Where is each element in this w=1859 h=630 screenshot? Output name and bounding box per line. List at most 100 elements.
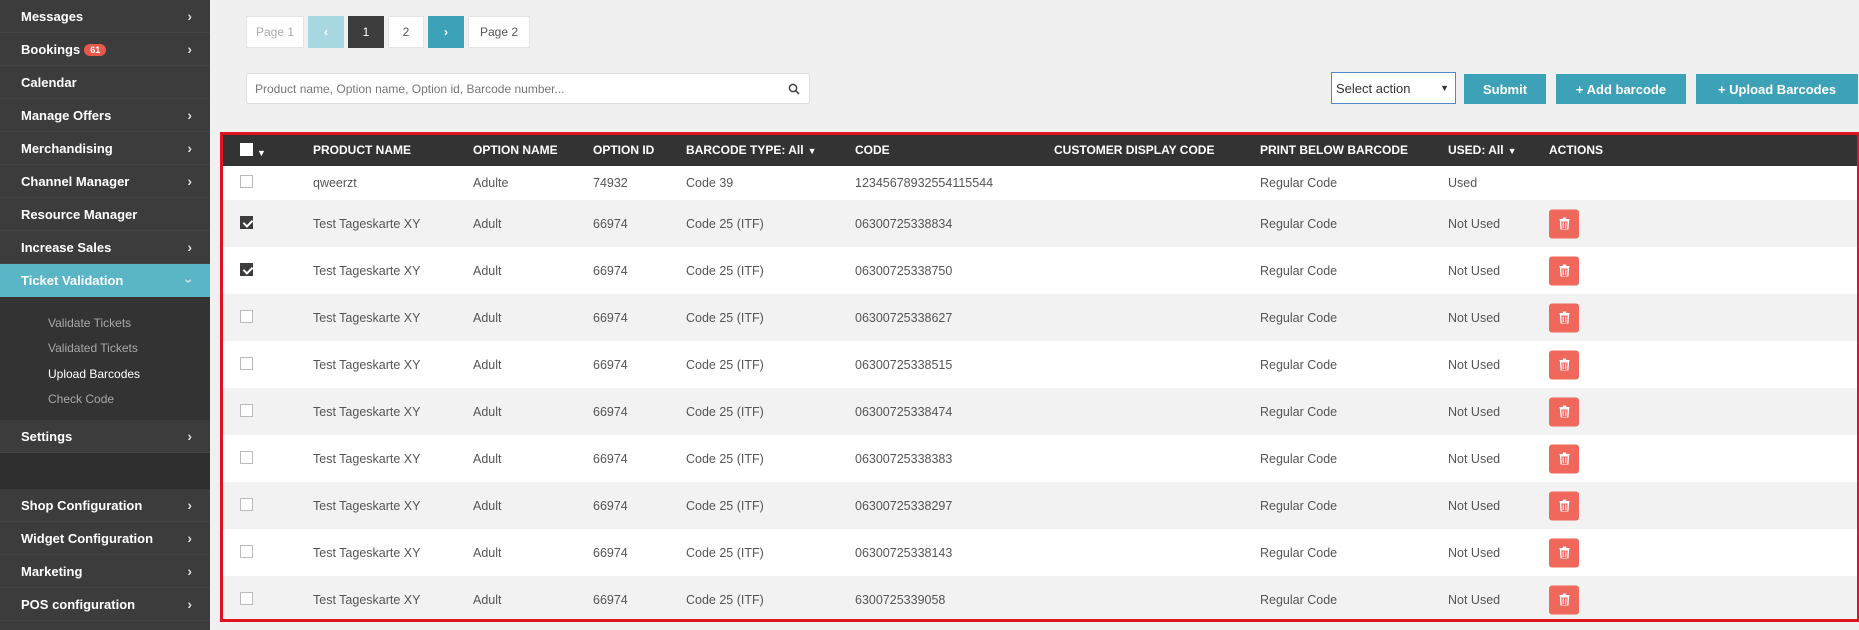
cell-code: 06300725338297 [855, 498, 953, 513]
chevron-right-icon: › [187, 497, 192, 513]
chevron-right-icon: › [187, 596, 192, 612]
sidebar-item-label: Shop Configuration [21, 497, 143, 513]
sidebar-item-label: Calendar [21, 74, 77, 90]
sidebar-item-manage-offers[interactable]: Manage Offers › [0, 99, 210, 132]
cell-code: 6300725339058 [855, 592, 946, 607]
cell-option-id: 66974 [593, 263, 628, 278]
header-code: CODE [855, 143, 890, 157]
sidebar-item-resource-manager[interactable]: Resource Manager [0, 198, 210, 231]
pagination-last-label[interactable]: Page 2 [468, 16, 530, 48]
pagination-next-button[interactable]: › [428, 16, 464, 48]
delete-button[interactable] [1549, 256, 1579, 285]
sidebar-item-shop-configuration[interactable]: Shop Configuration › [0, 489, 210, 522]
cell-product-name: Test Tageskarte XY [313, 498, 421, 513]
sidebar-item-ticket-validation[interactable]: Ticket Validation › [0, 264, 210, 297]
submenu-item-upload-barcodes[interactable]: Upload Barcodes [0, 361, 210, 387]
sidebar-item-calendar[interactable]: Calendar [0, 66, 210, 99]
cell-option-id: 66974 [593, 545, 628, 560]
table-row: Test Tageskarte XY Adult 66974 Code 25 (ITF… [223, 294, 1857, 341]
cell-print-below-barcode: Regular Code [1260, 216, 1338, 231]
cell-product-name: Test Tageskarte XY [313, 310, 421, 325]
delete-button[interactable] [1549, 397, 1579, 426]
row-checkbox[interactable] [240, 403, 253, 417]
submit-button[interactable]: Submit [1464, 74, 1546, 104]
row-checkbox[interactable] [240, 262, 253, 276]
submenu-item-validated-tickets[interactable]: Validated Tickets [0, 336, 210, 362]
cell-option-id: 66974 [593, 216, 628, 231]
row-checkbox[interactable] [240, 450, 253, 464]
submenu-item-validate-tickets[interactable]: Validate Tickets [0, 310, 210, 336]
cell-barcode-type: Code 25 (ITF) [686, 498, 764, 513]
sidebar-item-settings[interactable]: Settings › [0, 420, 210, 453]
pagination: Page 1 ‹ 1 2 › Page 2 [246, 16, 530, 48]
sidebar-top-menu: Messages › Bookings 61 › Calendar Manage Offer… [0, 0, 210, 264]
submenu-item-check-code[interactable]: Check Code [0, 387, 210, 413]
cell-used-status: Not Used [1448, 357, 1501, 372]
row-checkbox[interactable] [240, 544, 253, 558]
chevron-down-icon: › [181, 278, 198, 283]
delete-button[interactable] [1549, 209, 1579, 238]
row-checkbox[interactable] [240, 497, 253, 511]
header-barcode-type-filter[interactable]: BARCODE TYPE: All ▼ [686, 143, 816, 157]
select-all-checkbox-group[interactable]: ▼ [240, 143, 266, 159]
sidebar-item-bookings[interactable]: Bookings 61 › [0, 33, 210, 66]
sidebar-item-increase-sales[interactable]: Increase Sales › [0, 231, 210, 264]
row-checkbox[interactable] [240, 356, 253, 370]
table-row: qweerzt Adulte 74932 Code 39 123456789325541… [223, 166, 1857, 200]
cell-code: 06300725338515 [855, 357, 953, 372]
cell-barcode-type: Code 25 (ITF) [686, 404, 764, 419]
header-used-filter[interactable]: USED: All ▼ [1448, 143, 1516, 157]
notification-badge: 61 [84, 44, 107, 57]
cell-option-name: Adult [473, 263, 502, 278]
sidebar-item-label: Merchandising [21, 140, 113, 156]
chevron-right-icon: › [187, 428, 192, 444]
upload-barcodes-button[interactable]: + Upload Barcodes [1696, 74, 1858, 104]
cell-product-name: Test Tageskarte XY [313, 545, 421, 560]
sidebar-item-label: POS configuration [21, 596, 136, 612]
sidebar-item-merchandising[interactable]: Merchandising › [0, 132, 210, 165]
delete-button[interactable] [1549, 444, 1579, 473]
cell-used-status: Not Used [1448, 498, 1501, 513]
main-content: Page 1 ‹ 1 2 › Page 2 Select action ▼ Su… [210, 0, 1859, 630]
pagination-page-2[interactable]: 2 [388, 16, 424, 48]
delete-button[interactable] [1549, 585, 1579, 614]
row-checkbox[interactable] [240, 175, 253, 188]
chevron-right-icon: › [187, 563, 192, 579]
delete-button[interactable] [1549, 303, 1579, 332]
caret-down-icon: ▼ [1507, 146, 1517, 156]
sidebar-item-label: Messages [21, 8, 84, 24]
pagination-prev-button[interactable]: ‹ [308, 16, 344, 48]
cell-option-id: 66974 [593, 310, 628, 325]
sidebar-item-marketing[interactable]: Marketing › [0, 555, 210, 588]
cell-code: 06300725338383 [855, 451, 953, 466]
cell-product-name: Test Tageskarte XY [313, 357, 421, 372]
cell-option-name: Adult [473, 545, 502, 560]
search-icon[interactable] [779, 83, 809, 95]
caret-down-icon: ▼ [1440, 83, 1449, 93]
delete-button[interactable] [1549, 538, 1579, 567]
row-checkbox[interactable] [240, 215, 253, 229]
header-customer-display-code: CUSTOMER DISPLAY CODE [1054, 143, 1215, 157]
select-action-dropdown[interactable]: Select action ▼ [1331, 72, 1456, 104]
chevron-right-icon: › [187, 239, 192, 255]
delete-button[interactable] [1549, 350, 1579, 379]
cell-used-status: Not Used [1448, 451, 1501, 466]
row-checkbox[interactable] [240, 591, 253, 605]
table-row: Test Tageskarte XY Adult 66974 Code 25 (ITF… [223, 529, 1857, 576]
pagination-page-1[interactable]: 1 [348, 16, 384, 48]
search-input[interactable] [247, 74, 779, 103]
sidebar-item-label: Resource Manager [21, 206, 138, 222]
sidebar-item-messages[interactable]: Messages › [0, 0, 210, 33]
delete-button[interactable] [1549, 491, 1579, 520]
row-checkbox[interactable] [240, 309, 253, 323]
sidebar-item-widget-configuration[interactable]: Widget Configuration › [0, 522, 210, 555]
add-barcode-button[interactable]: + Add barcode [1556, 74, 1686, 104]
sidebar-item-pos-configuration[interactable]: POS configuration › [0, 588, 210, 621]
select-all-checkbox[interactable] [240, 143, 253, 156]
sidebar-item-channel-manager[interactable]: Channel Manager › [0, 165, 210, 198]
pagination-first-label[interactable]: Page 1 [246, 16, 304, 48]
cell-print-below-barcode: Regular Code [1260, 404, 1338, 419]
chevron-right-icon: › [187, 41, 192, 57]
caret-down-icon[interactable]: ▼ [257, 148, 266, 158]
trash-icon [1559, 264, 1570, 277]
